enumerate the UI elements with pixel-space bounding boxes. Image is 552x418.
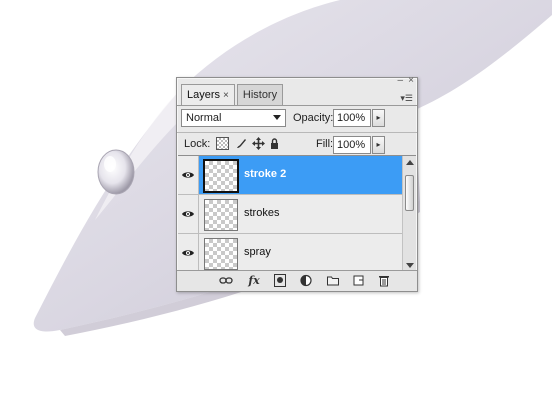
- link-layers-icon[interactable]: [219, 274, 233, 287]
- layers-panel: – × Layers × History ▾☰ Normal Opacity: 1…: [176, 76, 418, 292]
- layer-thumbnail: [203, 159, 239, 193]
- lock-fill-row: Lock: Fill: 100% ▸: [181, 136, 413, 154]
- tab-history-label: History: [242, 89, 278, 101]
- blend-mode-select[interactable]: Normal: [181, 109, 286, 127]
- scroll-up-icon[interactable]: [406, 160, 414, 165]
- fill-label: Fill:: [316, 138, 334, 150]
- new-layer-icon[interactable]: [353, 274, 365, 287]
- layer-row[interactable]: spray: [178, 234, 402, 272]
- layer-name: strokes: [244, 207, 280, 219]
- tab-layers[interactable]: Layers ×: [181, 84, 235, 106]
- layers-list: stroke 2 strokes spray: [178, 155, 416, 272]
- lock-transparency-icon[interactable]: [216, 137, 229, 150]
- chevron-down-icon: [273, 115, 281, 120]
- add-mask-icon[interactable]: [274, 274, 286, 287]
- layer-thumbnail: [204, 199, 238, 231]
- opacity-input[interactable]: 100%: [333, 109, 371, 127]
- layer-thumbnail: [204, 238, 238, 270]
- visibility-toggle[interactable]: [178, 234, 199, 272]
- tab-history[interactable]: History: [236, 84, 284, 105]
- panel-tabs: Layers × History: [181, 84, 285, 106]
- opacity-slider-button[interactable]: ▸: [372, 109, 385, 127]
- visibility-toggle[interactable]: [178, 156, 199, 194]
- eye-icon: [182, 250, 194, 256]
- fill-input[interactable]: 100%: [333, 136, 371, 154]
- opacity-label: Opacity:: [293, 112, 334, 124]
- panel-menu-icon[interactable]: ▾☰: [400, 93, 413, 104]
- scroll-down-icon[interactable]: [406, 263, 414, 268]
- layer-row[interactable]: stroke 2: [178, 156, 402, 195]
- blend-opacity-row: Normal Opacity: 100% ▸: [181, 109, 413, 129]
- tab-layers-label: Layers: [187, 89, 221, 101]
- tab-divider: [177, 105, 417, 106]
- layers-scrollbar[interactable]: [402, 156, 416, 272]
- tab-close-icon[interactable]: ×: [223, 90, 229, 101]
- lock-icon[interactable]: [268, 137, 281, 150]
- minimize-button[interactable]: –: [397, 76, 403, 86]
- fill-slider-button[interactable]: ▸: [372, 136, 385, 154]
- trash-icon[interactable]: [378, 274, 390, 287]
- lock-label: Lock:: [184, 138, 211, 150]
- close-panel-button[interactable]: ×: [408, 76, 414, 86]
- blend-mode-value: Normal: [186, 112, 222, 124]
- adjustment-layer-icon[interactable]: [300, 274, 312, 287]
- layer-name: spray: [244, 246, 271, 258]
- new-group-icon[interactable]: [327, 274, 339, 287]
- visibility-toggle[interactable]: [178, 195, 199, 233]
- layer-row[interactable]: strokes: [178, 195, 402, 234]
- eye-icon: [182, 172, 194, 178]
- brush-icon[interactable]: [235, 137, 248, 150]
- move-icon[interactable]: [252, 137, 265, 150]
- layer-style-button[interactable]: fx: [245, 274, 263, 287]
- scroll-thumb[interactable]: [405, 175, 414, 211]
- layer-name: stroke 2: [244, 168, 287, 180]
- eye-icon: [182, 211, 194, 217]
- divider: [177, 132, 417, 133]
- layers-footer-toolbar: fx: [177, 270, 417, 291]
